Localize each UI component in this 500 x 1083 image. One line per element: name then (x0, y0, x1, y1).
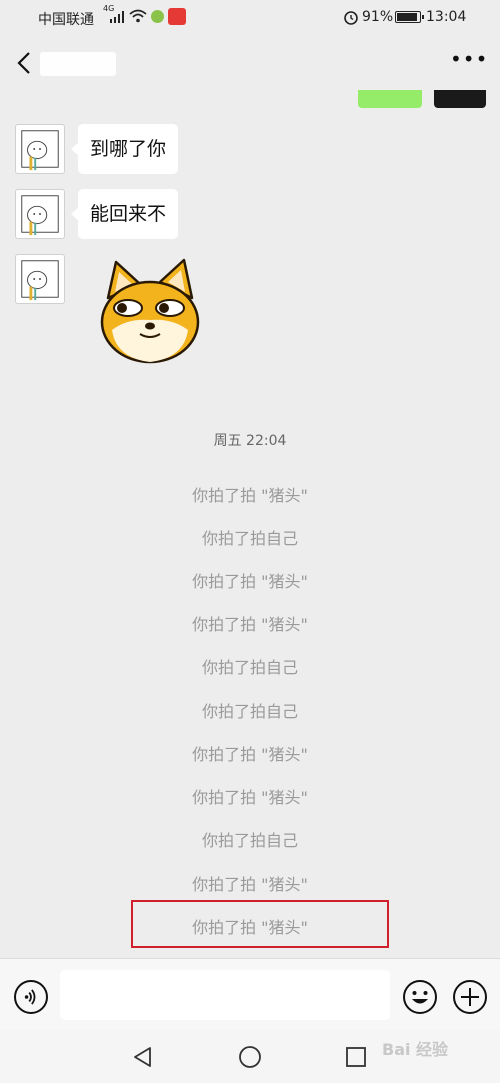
voice-icon[interactable] (14, 980, 48, 1014)
cartoon-avatar-icon (21, 260, 59, 301)
triangle-back-icon[interactable] (131, 1045, 155, 1069)
status-clock: 13:04 (426, 9, 467, 25)
pat-notice: 你拍了拍 "猪头" (192, 788, 308, 807)
pat-notice: 你拍了拍 "猪头" (192, 486, 308, 505)
pat-notice: 你拍了拍 "猪头" (192, 572, 308, 591)
battery-percent: 91% (362, 9, 394, 25)
watermark: Bai 经验 (382, 1040, 449, 1059)
status-bar: 中国联通 4G 91% 13:04 (0, 0, 500, 36)
plus-icon[interactable] (452, 979, 488, 1015)
ellipsis-icon[interactable]: ••• (450, 49, 487, 76)
app-notification-icon (151, 10, 164, 23)
alarm-icon (344, 11, 358, 25)
pat-notice: 你拍了拍 "猪头" (192, 745, 308, 764)
signal-icon (110, 11, 124, 23)
square-recent-icon[interactable] (344, 1045, 368, 1069)
input-bar (0, 958, 500, 1030)
wifi-icon (129, 9, 147, 23)
pat-notice: 你拍了拍 "猪头" (192, 615, 308, 634)
chat-title-redacted (40, 52, 116, 76)
carrier-name: 中国联通 (38, 12, 94, 28)
battery-icon (395, 11, 424, 23)
sent-message-partial[interactable] (358, 90, 422, 108)
pat-notice: 你拍了拍自己 (201, 529, 298, 548)
smiley-icon[interactable] (402, 979, 438, 1015)
chat-header: ••• (0, 36, 500, 90)
pat-notice: 你拍了拍自己 (201, 831, 298, 850)
circle-home-icon[interactable] (238, 1045, 262, 1069)
pat-notice: 你拍了拍自己 (201, 702, 298, 721)
pat-notice: 你拍了拍 "猪头" (192, 875, 308, 894)
shiba-dog-side-eye-sticker[interactable] (98, 258, 202, 366)
message-input[interactable] (60, 970, 390, 1020)
avatar[interactable] (15, 254, 65, 304)
avatar[interactable] (15, 189, 65, 239)
chevron-left-icon[interactable] (14, 50, 36, 76)
message-bubble[interactable]: 能回来不 (70, 189, 179, 239)
avatar[interactable] (15, 124, 65, 174)
cartoon-avatar-icon (21, 130, 59, 171)
avatar[interactable] (434, 90, 486, 108)
chat-timestamp: 周五 22:04 (213, 433, 287, 449)
message-bubble[interactable]: 到哪了你 (70, 124, 179, 174)
pat-notice: 你拍了拍自己 (201, 658, 298, 677)
cartoon-avatar-icon (21, 195, 59, 236)
app-notification-icon (168, 8, 186, 25)
highlight-annotation (131, 900, 389, 948)
